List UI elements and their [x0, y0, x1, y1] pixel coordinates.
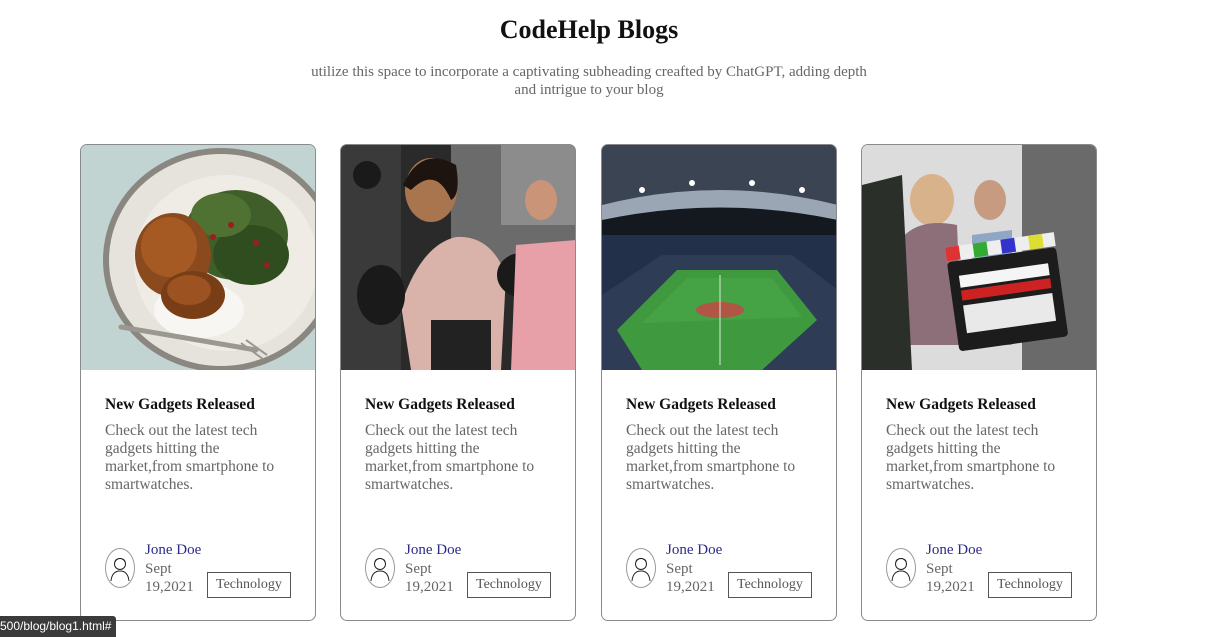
post-date: Sept 19,2021 — [405, 561, 454, 595]
card-title[interactable]: New Gadgets Released — [365, 396, 515, 414]
card-image-clapperboard[interactable] — [862, 145, 1096, 370]
card-description: Check out the latest tech gadgets hittin… — [886, 422, 1056, 493]
page-title: CodeHelp Blogs — [499, 15, 679, 44]
blog-card[interactable]: New Gadgets Released Check out the lates… — [861, 144, 1097, 621]
author-name[interactable]: Jone Doe — [145, 542, 201, 559]
card-image-boxing[interactable] — [341, 145, 575, 370]
category-tag[interactable]: Technology — [467, 572, 551, 598]
author-name[interactable]: Jone Doe — [926, 542, 982, 559]
card-description: Check out the latest tech gadgets hittin… — [105, 422, 275, 493]
card-image-food[interactable] — [81, 145, 315, 370]
category-tag[interactable]: Technology — [728, 572, 812, 598]
card-title[interactable]: New Gadgets Released — [105, 396, 255, 414]
author-name[interactable]: Jone Doe — [405, 542, 461, 559]
status-bar-url: 500/blog/blog1.html# — [0, 616, 117, 637]
page-subtitle: utilize this space to incorporate a capt… — [311, 64, 867, 98]
author-name[interactable]: Jone Doe — [666, 542, 722, 559]
card-image-stadium[interactable] — [602, 145, 836, 370]
category-tag[interactable]: Technology — [988, 572, 1072, 598]
author-avatar — [626, 548, 656, 588]
card-title[interactable]: New Gadgets Released — [886, 396, 1036, 414]
blog-card[interactable]: New Gadgets Released Check out the lates… — [601, 144, 837, 621]
category-tag[interactable]: Technology — [207, 572, 291, 598]
author-avatar — [886, 548, 916, 588]
blog-card[interactable]: New Gadgets Released Check out the lates… — [80, 144, 316, 621]
post-date: Sept 19,2021 — [666, 561, 715, 595]
card-description: Check out the latest tech gadgets hittin… — [626, 422, 796, 493]
card-description: Check out the latest tech gadgets hittin… — [365, 422, 535, 493]
author-avatar — [365, 548, 395, 588]
author-avatar — [105, 548, 135, 588]
post-date: Sept 19,2021 — [145, 561, 194, 595]
card-title[interactable]: New Gadgets Released — [626, 396, 776, 414]
blog-card[interactable]: New Gadgets Released Check out the lates… — [340, 144, 576, 621]
post-date: Sept 19,2021 — [926, 561, 975, 595]
